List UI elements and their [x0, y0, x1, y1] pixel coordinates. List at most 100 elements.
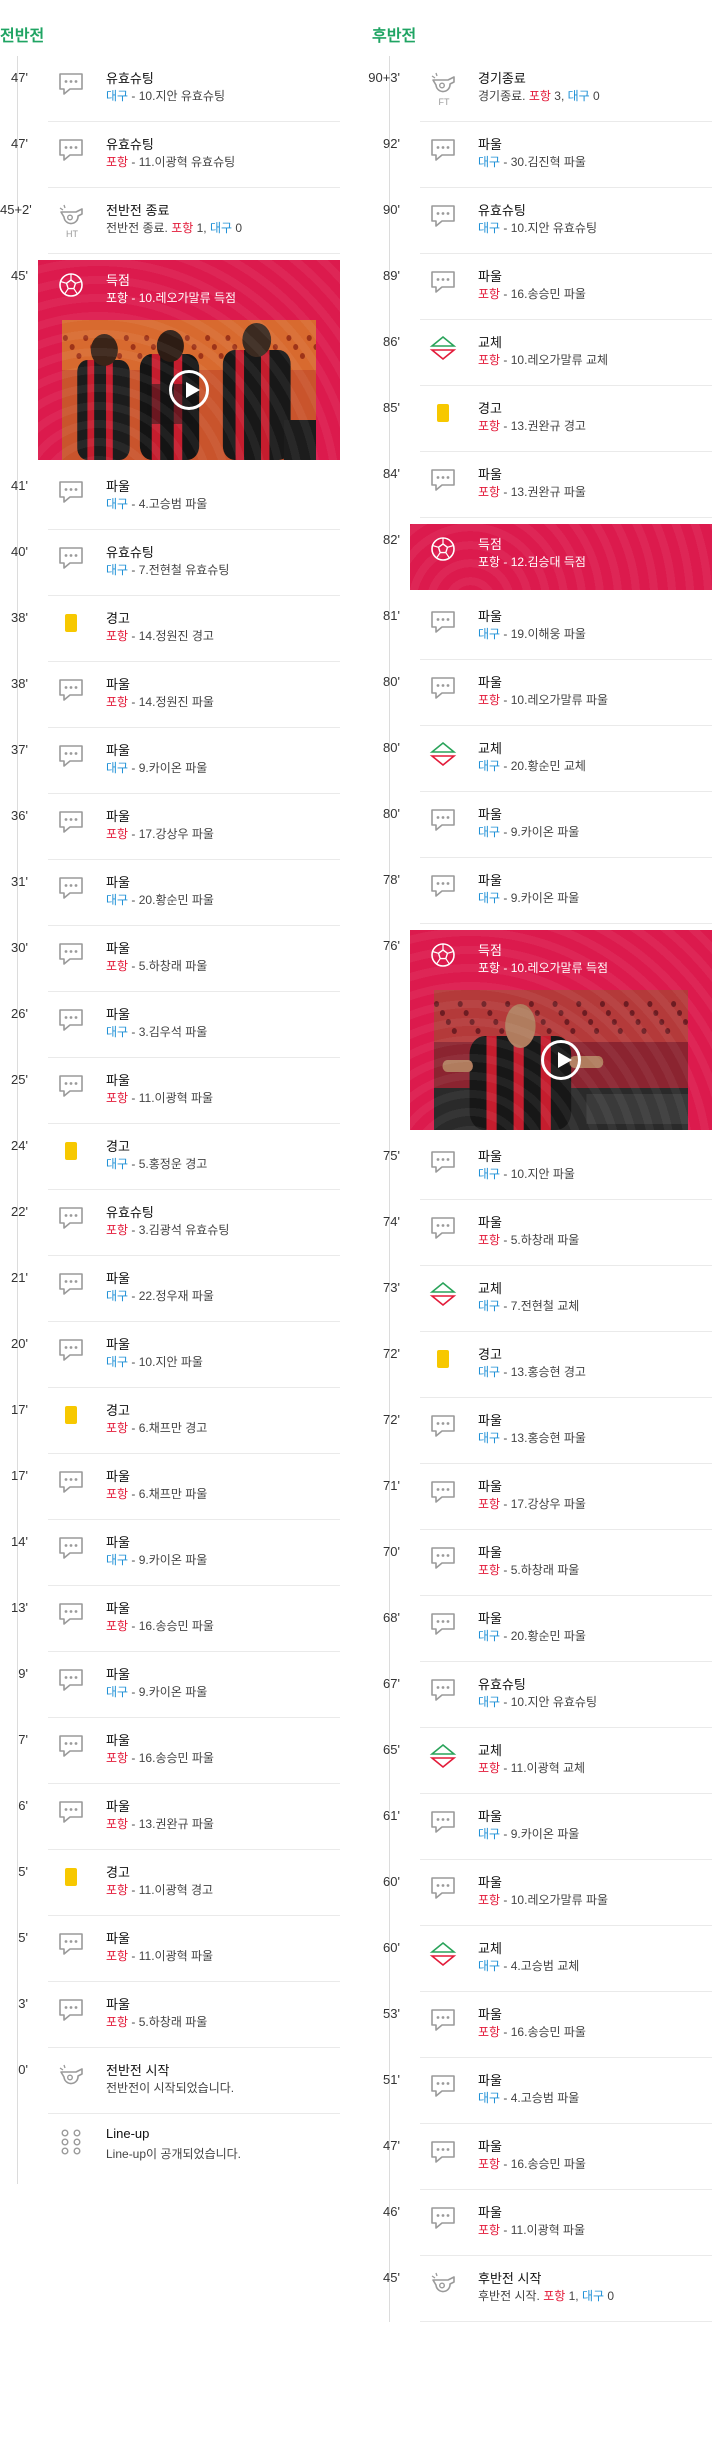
team-name: 포항 [478, 2025, 501, 2039]
speech-bubble-icon [56, 135, 86, 165]
event-description: 포항 - 10.레오가말류 파울 [478, 691, 608, 708]
player-detail: - 11.이광혁 파울 [128, 1949, 214, 1963]
event-description: 후반전 시작. 포항 1, 대구 0 [478, 2287, 614, 2304]
speech-bubble-icon [428, 1675, 458, 1705]
event-title: 파울 [106, 1271, 130, 1286]
team-name: 대구 [478, 1959, 501, 1973]
event-title: 유효슈팅 [106, 545, 154, 560]
event-title: 파울 [106, 1997, 130, 2012]
event-minute: 81' [383, 608, 400, 623]
player-detail: - 10.레오가말류 파울 [500, 693, 609, 707]
event-minute: 14' [11, 1534, 28, 1549]
player-detail: - 7.전현철 유효슈팅 [128, 563, 230, 577]
team-name: 포항 [106, 695, 129, 709]
team-name: 대구 [478, 1827, 501, 1841]
timeline-event: 60' 교체 대구 - 4.고승범 교체 [372, 1926, 712, 1992]
event-title: 파울 [106, 479, 130, 494]
timeline-event: 73' 교체 대구 - 7.전현철 교체 [372, 1266, 712, 1332]
event-minute: 84' [383, 466, 400, 481]
substitution-icon [428, 1939, 458, 1969]
event-minute: 78' [383, 872, 400, 887]
speech-bubble-icon [428, 2071, 458, 2101]
event-title: 파울 [106, 1007, 130, 1022]
event-minute: 72' [383, 1412, 400, 1427]
lineup-row[interactable]: Line-up Line-up이 공개되었습니다. [0, 2114, 340, 2184]
timeline-event: 61' 파울 대구 - 9.카이온 파울 [372, 1794, 712, 1860]
timeline-event: 72' 경고 대구 - 13.홍승현 경고 [372, 1332, 712, 1398]
timeline-event: 78' 파울 대구 - 9.카이온 파울 [372, 858, 712, 924]
speech-bubble-icon [428, 805, 458, 835]
goal-video-thumbnail[interactable] [434, 990, 688, 1130]
event-minute: 24' [11, 1138, 28, 1153]
player-detail: - 11.이광혁 교체 [500, 1761, 586, 1775]
play-icon[interactable] [169, 370, 209, 410]
timeline-event: 80' 파울 포항 - 10.레오가말류 파울 [372, 660, 712, 726]
player-detail: - 13.홍승현 경고 [500, 1365, 586, 1379]
player-detail: - 17.강상우 파울 [500, 1497, 586, 1511]
timeline-event: 24' 경고 대구 - 5.홍정운 경고 [0, 1124, 340, 1190]
timeline-event: 45' 후반전 시작 후반전 시작. 포항 1, 대구 0 [372, 2256, 712, 2322]
event-title: 파울 [106, 1733, 130, 1748]
timeline-event: 67' 유효슈팅 대구 - 10.지안 유효슈팅 [372, 1662, 712, 1728]
event-minute: 22' [11, 1204, 28, 1219]
speech-bubble-icon [56, 1995, 86, 2025]
timeline-event: 76' 득점 포항 - 10.레오가말류 득점 [372, 924, 712, 1134]
event-title: 경고 [106, 1403, 130, 1418]
event-minute: 76' [383, 938, 400, 953]
event-title: 득점 [478, 943, 502, 958]
goal-video-thumbnail[interactable] [62, 320, 316, 460]
event-minute: 38' [11, 676, 28, 691]
player-detail: - 13.권완규 파울 [500, 485, 586, 499]
event-minute: 7' [18, 1732, 28, 1747]
event-title: 파울 [478, 137, 502, 152]
speech-bubble-icon [56, 873, 86, 903]
period-badge: FT [438, 97, 450, 107]
team-name: 포항 [478, 1761, 501, 1775]
speech-bubble-icon [428, 607, 458, 637]
event-description: 포항 - 11.이광혁 교체 [478, 1759, 585, 1776]
player-detail: - 14.정원진 경고 [128, 629, 214, 643]
event-description: 대구 - 20.황순민 파울 [478, 1627, 586, 1644]
lineup-text: Line-up이 공개되었습니다. [106, 2147, 242, 2161]
event-description: 포항 - 14.정원진 파울 [106, 693, 214, 710]
event-title: 파울 [478, 873, 502, 888]
event-minute: 26' [11, 1006, 28, 1021]
second-half-timeline: 90+3' 경기종료 FT 경기종료. 포항 3, 대구 0 92' 파울 대구 - 30.… [368, 56, 712, 2322]
team-name: 포항 [478, 693, 501, 707]
timeline-event: 45' 득점 포항 - 10.레오가말류 득점 [0, 254, 340, 464]
event-minute: 80' [383, 674, 400, 689]
player-detail: - 4.고승범 교체 [500, 1959, 580, 1973]
event-title: 파울 [478, 1413, 502, 1428]
second-half-column: 후반전 90+3' 경기종료 FT 경기종료. 포항 3, 대구 0 92' 파울 대구 -… [368, 0, 712, 2322]
player-detail: - 16.송승민 파울 [500, 287, 586, 301]
event-title: 파울 [478, 1545, 502, 1560]
event-description: 대구 - 4.고승범 파울 [106, 495, 207, 512]
goal-card: 득점 포항 - 12.김승대 득점 [410, 524, 712, 590]
event-minute: 45' [383, 2270, 400, 2285]
event-minute: 61' [383, 1808, 400, 1823]
event-minute: 53' [383, 2006, 400, 2021]
team-name: 포항 [478, 961, 501, 975]
play-icon[interactable] [541, 1040, 581, 1080]
event-title: 파울 [478, 2007, 502, 2022]
speech-bubble-icon [56, 1929, 86, 1959]
speech-bubble-icon [56, 1665, 86, 1695]
event-title: 파울 [106, 677, 130, 692]
event-description: 포항 - 11.이광혁 파울 [478, 2221, 585, 2238]
event-minute: 46' [383, 2204, 400, 2219]
event-minute: 17' [11, 1468, 28, 1483]
player-detail: - 10.레오가말류 득점 [128, 291, 237, 305]
event-minute: 89' [383, 268, 400, 283]
speech-bubble-icon [56, 477, 86, 507]
event-title: 파울 [478, 1875, 502, 1890]
event-title: 파울 [478, 1479, 502, 1494]
event-title: 파울 [478, 2205, 502, 2220]
speech-bubble-icon [428, 465, 458, 495]
event-description: 대구 - 9.카이온 파울 [478, 889, 579, 906]
first-half-column: 전반전 47' 유효슈팅 대구 - 10.지안 유효슈팅 47' 유효슈팅 포항 - 11… [0, 0, 340, 2184]
event-title: 유효슈팅 [478, 203, 526, 218]
team-name: 포항 [106, 1817, 129, 1831]
event-description: 포항 - 10.레오가말류 파울 [478, 1891, 608, 1908]
team-name: 대구 [478, 2091, 501, 2105]
event-minute: 80' [383, 740, 400, 755]
